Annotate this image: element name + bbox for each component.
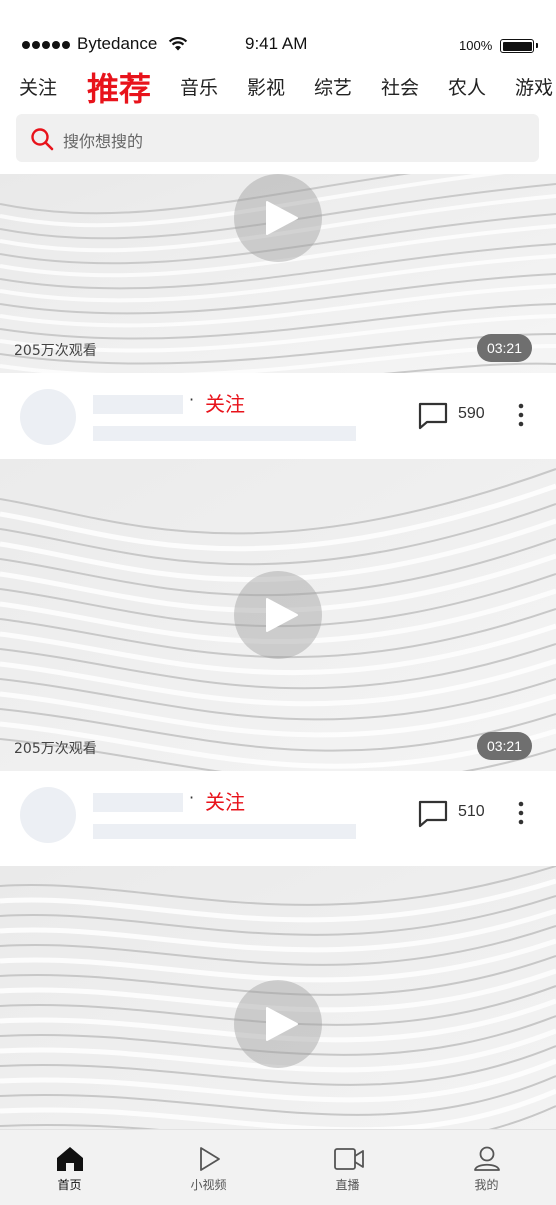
play-icon [266,201,298,235]
battery-percent: 100% [459,38,493,53]
video-camera-icon [334,1148,364,1170]
follow-button[interactable]: 关注 [205,388,245,417]
tab-farmer[interactable]: 农人 [448,73,486,100]
tab-society[interactable]: 社会 [381,73,419,100]
video-thumbnail[interactable]: 205万次观看 03:21 [0,459,556,771]
view-count: 205万次观看 [14,741,97,757]
home-icon [57,1147,83,1171]
title-placeholder [93,824,356,839]
play-button[interactable] [234,174,322,262]
avatar[interactable] [20,389,76,445]
search-placeholder: 搜你想搜的 [63,132,144,151]
more-options-icon[interactable] [516,403,526,427]
play-icon [266,598,298,632]
tab-film[interactable]: 影视 [247,73,285,100]
nav-short-video[interactable]: 小视频 [139,1130,278,1205]
nav-home-label: 首页 [57,1178,82,1192]
tab-recommended[interactable]: 推荐 [87,64,151,108]
video-thumbnail[interactable]: 205万次观看 03:21 [0,174,556,373]
play-icon [200,1147,220,1171]
nav-live-label: 直播 [335,1178,360,1192]
author-name-placeholder [93,395,183,414]
video-thumbnail[interactable] [0,866,556,1129]
nav-profile-label: 我的 [474,1178,499,1192]
nav-short-video-label: 小视频 [190,1178,227,1192]
separator: · [189,788,195,807]
video-info-row: · 关注 510 [0,771,556,857]
play-icon [266,1007,298,1041]
signal-icon [22,41,70,49]
title-placeholder [93,426,356,441]
search-icon [31,128,54,151]
tab-variety[interactable]: 综艺 [314,73,352,100]
status-bar: Bytedance 9:41 AM 100% [0,0,556,60]
duration-badge: 03:21 [477,334,532,362]
search-bar[interactable]: 搜你想搜的 [16,114,539,162]
comment-count: 590 [458,405,485,422]
video-info-row: · 关注 590 [0,373,556,459]
wifi-icon [168,37,188,51]
nav-home[interactable]: 首页 [0,1130,139,1205]
author-name-placeholder [93,793,183,812]
status-time: 9:41 AM [245,34,308,53]
more-options-icon[interactable] [516,801,526,825]
follow-button[interactable]: 关注 [205,786,245,815]
tab-music[interactable]: 音乐 [180,73,218,100]
comment-count: 510 [458,803,485,820]
bottom-nav: 首页 小视频 直播 我的 [0,1129,556,1205]
avatar[interactable] [20,787,76,843]
tab-games[interactable]: 游戏 [515,73,553,100]
separator: · [189,390,195,409]
comment-icon[interactable] [418,800,448,828]
nav-profile[interactable]: 我的 [417,1130,556,1205]
category-tabs: 关注 推荐 音乐 影视 综艺 社会 农人 游戏 [0,62,556,108]
play-button[interactable] [234,980,322,1068]
duration-badge: 03:21 [477,732,532,760]
battery-icon [500,39,538,53]
comment-icon[interactable] [418,402,448,430]
play-button[interactable] [234,571,322,659]
nav-live[interactable]: 直播 [278,1130,417,1205]
tab-follow[interactable]: 关注 [19,73,57,100]
carrier-name: Bytedance [77,34,158,53]
user-icon [474,1146,500,1171]
view-count: 205万次观看 [14,343,97,359]
